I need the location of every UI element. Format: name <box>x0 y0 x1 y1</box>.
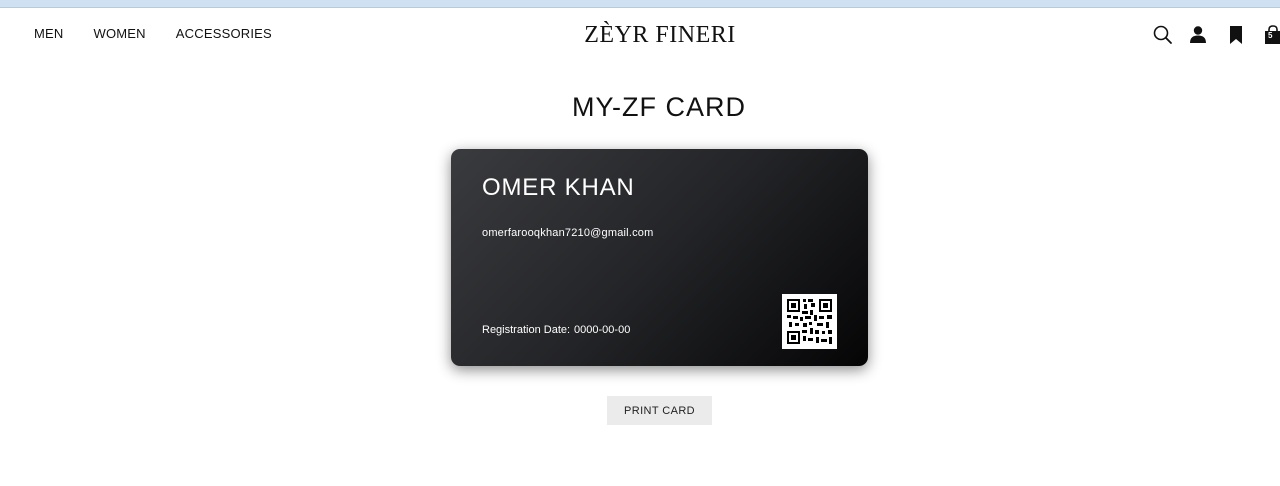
page-title: MY-ZF CARD <box>571 92 746 122</box>
card-email: omerfarooqkhan7210@gmail.com <box>482 227 654 239</box>
search-icon[interactable] <box>1152 24 1174 46</box>
cart-count-badge: 5 <box>1268 31 1273 40</box>
registration-date-row: Registration Date: 0000-00-00 <box>482 324 630 336</box>
user-icon[interactable] <box>1187 24 1209 46</box>
registration-date-value: 0000-00-00 <box>574 324 631 336</box>
qr-code-icon <box>782 294 837 349</box>
print-card-button[interactable]: PRINT CARD <box>607 396 712 425</box>
card-holder-name: OMER KHAN <box>482 174 635 201</box>
membership-card: OMER KHAN omerfarooqkhan7210@gmail.com R… <box>451 149 868 366</box>
browser-top-strip <box>0 0 1280 8</box>
brand-logo[interactable]: ZÈYR FINERI <box>0 22 1280 49</box>
bookmark-icon[interactable] <box>1225 24 1247 46</box>
site-header: MEN WOMEN ACCESSORIES ZÈYR FINERI 5 <box>0 8 1280 62</box>
registration-date-label: Registration Date: <box>482 324 571 336</box>
